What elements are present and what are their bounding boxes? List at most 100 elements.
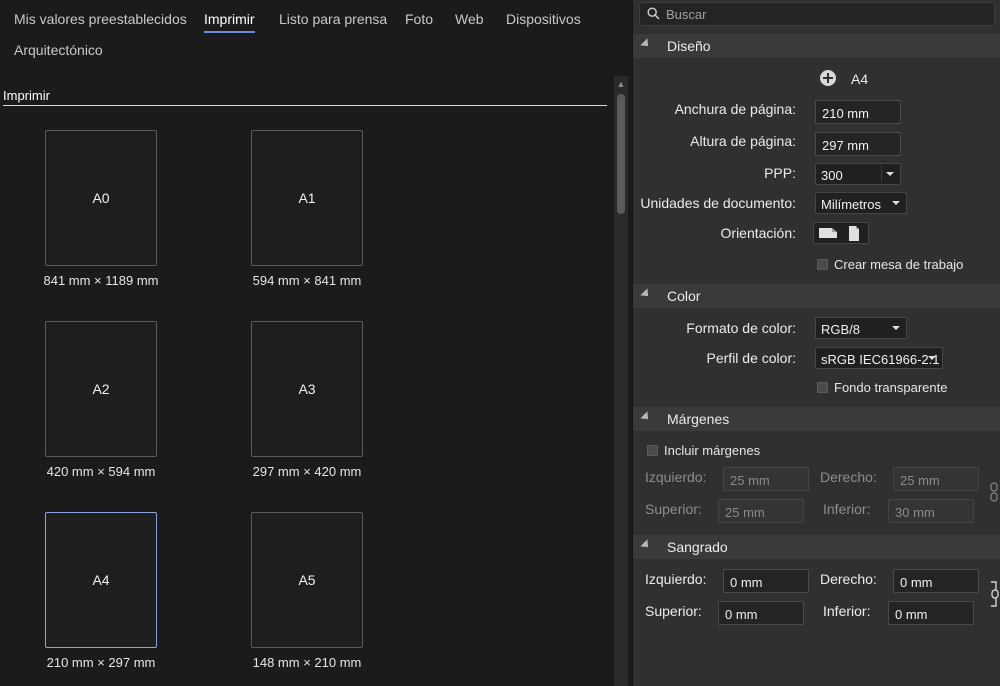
preset-dimensions: 420 mm × 594 mm [46, 464, 156, 479]
preset-dimensions: 210 mm × 297 mm [46, 655, 156, 670]
preset-thumbnail: A0 [45, 130, 157, 266]
color-profile-value: sRGB IEC61966-2.1 [821, 352, 940, 367]
tab-arquitectonico[interactable]: Arquitectónico [14, 42, 103, 58]
preset-a3[interactable]: A3 297 mm × 420 mm [207, 321, 377, 491]
ppp-select[interactable]: 300 [815, 163, 901, 185]
color-format-label: Formato de color: [686, 320, 796, 336]
search-input[interactable] [666, 4, 986, 24]
margin-bottom-field[interactable]: 30 mm [888, 499, 974, 523]
bleed-left-field[interactable]: 0 mm [723, 569, 809, 593]
preset-a4[interactable]: A4 210 mm × 297 mm [1, 512, 171, 682]
preset-dimensions: 297 mm × 420 mm [252, 464, 362, 479]
scrollbar-thumb[interactable] [617, 94, 625, 214]
tab-web[interactable]: Web [455, 11, 484, 27]
orientation-label: Orientación: [720, 225, 796, 241]
document-units-value: Milímetros [821, 197, 881, 212]
tab-dispositivos[interactable]: Dispositivos [506, 11, 581, 27]
include-margins-checkbox[interactable]: Incluir márgenes [647, 443, 760, 458]
section-color-header[interactable]: Color [633, 284, 1000, 308]
dropdown-arrow-icon [892, 201, 900, 205]
section-title: Diseño [667, 38, 711, 54]
collapse-chevron-icon [640, 539, 652, 551]
checkbox-label: Crear mesa de trabajo [834, 257, 964, 272]
checkbox-label: Incluir márgenes [664, 443, 761, 458]
category-tabs: Mis valores preestablecidos Imprimir Lis… [0, 0, 632, 72]
ppp-label: PPP: [764, 165, 796, 181]
preset-thumbnail: A3 [251, 321, 363, 457]
preset-a5[interactable]: A5 148 mm × 210 mm [207, 512, 377, 682]
dropdown-arrow-icon [886, 172, 894, 176]
preset-dimensions: 148 mm × 210 mm [252, 655, 362, 670]
section-margenes-header[interactable]: Márgenes [633, 407, 1000, 431]
bleed-bottom-field[interactable]: 0 mm [888, 601, 974, 625]
preset-browser: Mis valores preestablecidos Imprimir Lis… [0, 0, 632, 686]
landscape-orientation-icon[interactable] [817, 226, 839, 240]
document-units-label: Unidades de documento: [640, 195, 796, 211]
color-profile-label: Perfil de color: [706, 350, 796, 366]
preset-thumbnail: A2 [45, 321, 157, 457]
transparent-background-checkbox[interactable]: Fondo transparente [817, 380, 947, 395]
scroll-up-arrow-icon[interactable]: ▲ [614, 78, 628, 90]
document-units-select[interactable]: Milímetros [815, 192, 907, 214]
page-height-label: Altura de página: [690, 133, 796, 149]
preset-a1[interactable]: A1 594 mm × 841 mm [207, 130, 377, 300]
preset-thumbnail: A1 [251, 130, 363, 266]
bleed-right-field[interactable]: 0 mm [893, 569, 979, 593]
color-format-value: RGB/8 [821, 322, 861, 337]
bleed-left-label: Izquierdo: [645, 571, 707, 587]
section-sangrado-header[interactable]: Sangrado [633, 535, 1000, 559]
checkbox-box [817, 382, 828, 393]
tab-listo-para-prensa[interactable]: Listo para prensa [279, 11, 387, 27]
section-title: Sangrado [667, 539, 728, 555]
orientation-toggle [813, 222, 869, 244]
preset-a0[interactable]: A0 841 mm × 1189 mm [1, 130, 171, 300]
collapse-chevron-icon [640, 411, 652, 423]
portrait-orientation-icon[interactable] [847, 225, 861, 242]
dropdown-arrow-icon [928, 356, 936, 360]
preset-dimensions: 594 mm × 841 mm [252, 273, 362, 288]
checkbox-box [647, 445, 658, 456]
margin-left-label: Izquierdo: [645, 469, 707, 485]
page-width-label: Anchura de página: [674, 101, 796, 117]
preset-a2[interactable]: A2 420 mm × 594 mm [1, 321, 171, 491]
preset-thumbnail: A5 [251, 512, 363, 648]
margin-right-label: Derecho: [820, 469, 877, 485]
section-title: Márgenes [667, 411, 730, 427]
select-divider [881, 166, 882, 182]
page-width-field[interactable]: 210 mm [815, 100, 901, 124]
tab-mis-valores[interactable]: Mis valores preestablecidos [14, 11, 187, 27]
bleed-top-field[interactable]: 0 mm [718, 601, 804, 625]
preset-thumbnail: A4 [45, 512, 157, 648]
preset-dimensions: 841 mm × 1189 mm [43, 273, 159, 288]
bleed-right-label: Derecho: [820, 571, 877, 587]
preset-name: A4 [851, 71, 869, 87]
section-header: Imprimir [3, 88, 607, 106]
margin-left-field[interactable]: 25 mm [723, 467, 809, 491]
page-height-field[interactable]: 297 mm [815, 132, 901, 156]
link-bleed-icon[interactable] [989, 580, 999, 608]
tab-foto[interactable]: Foto [405, 11, 433, 27]
margin-bottom-label: Inferior: [823, 501, 871, 517]
checkbox-label: Fondo transparente [834, 380, 948, 395]
vertical-scrollbar[interactable]: ▲ [614, 76, 628, 686]
tab-imprimir[interactable]: Imprimir [204, 11, 255, 33]
margin-top-label: Superior: [645, 501, 702, 517]
collapse-chevron-icon [640, 38, 652, 50]
create-artboard-checkbox[interactable]: Crear mesa de trabajo [817, 257, 963, 272]
document-settings-panel: Diseño A4 Anchura de página: 210 mm Altu… [632, 0, 1000, 686]
margin-top-field[interactable]: 25 mm [718, 499, 804, 523]
bleed-bottom-label: Inferior: [823, 603, 871, 619]
color-format-select[interactable]: RGB/8 [815, 317, 907, 339]
color-profile-select[interactable]: sRGB IEC61966-2.1 [815, 347, 943, 369]
ppp-value: 300 [821, 168, 843, 183]
link-margins-icon[interactable] [989, 482, 999, 502]
bleed-top-label: Superior: [645, 603, 702, 619]
margin-right-field[interactable]: 25 mm [893, 467, 979, 491]
search-box [639, 2, 995, 26]
dropdown-arrow-icon [892, 326, 900, 330]
collapse-chevron-icon [640, 288, 652, 300]
search-icon [647, 7, 660, 20]
add-preset-icon[interactable] [819, 69, 837, 87]
section-title: Color [667, 288, 701, 304]
section-diseno-header[interactable]: Diseño [633, 34, 1000, 58]
